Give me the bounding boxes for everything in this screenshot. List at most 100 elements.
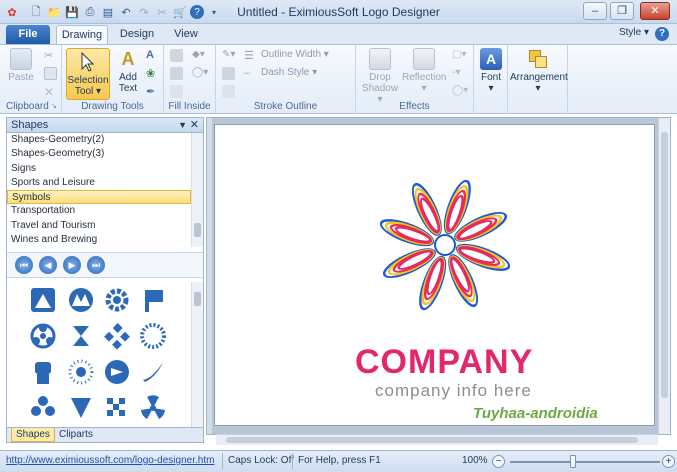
arrangement-arrow: ▾ (535, 83, 541, 94)
delete-icon[interactable]: ✕ (44, 85, 57, 99)
outline-color-icon[interactable]: ✎▾ (222, 49, 235, 62)
diamond-cluster-icon[interactable] (103, 322, 131, 350)
list-item[interactable]: Shapes-Geometry(3) (7, 147, 191, 161)
dotted-circle-icon[interactable] (139, 322, 167, 350)
tab-view[interactable]: View (166, 25, 206, 44)
pen-tool-icon[interactable]: ✒ (146, 85, 159, 98)
drop-shadow-label: Drop (369, 72, 391, 83)
style-menu[interactable]: Style ▾ (619, 27, 649, 38)
last-page-icon[interactable]: ⏭ (87, 256, 105, 274)
logo-flower-graphic[interactable] (375, 175, 515, 315)
fill-gradient-icon[interactable]: ◆▾ (192, 49, 205, 62)
horizontal-scrollbar[interactable] (216, 434, 658, 445)
close-window-button[interactable]: ✕ (640, 2, 670, 20)
tab-shapes[interactable]: Shapes (11, 428, 55, 442)
vertical-scroll-thumb[interactable] (661, 132, 668, 398)
flower-icon[interactable] (29, 394, 57, 422)
company-info-text[interactable]: company info here (375, 381, 532, 401)
outline-width-dropdown[interactable]: Outline Width ▾ (261, 49, 329, 60)
window-title: Untitled - EximiousSoft Logo Designer (237, 5, 440, 19)
effect-shape-icon[interactable]: ▢▾ (452, 49, 466, 62)
next-page-icon[interactable]: ▶ (63, 256, 81, 274)
panel-close-icon[interactable]: ✕ (190, 118, 199, 133)
drop-shadow-button[interactable]: Drop Shadow ▾ (360, 48, 400, 105)
mountain-badge-icon[interactable] (29, 286, 57, 314)
dash-style-dropdown[interactable]: Dash Style ▾ (261, 67, 317, 78)
shape-grid-scroll-thumb[interactable] (194, 292, 201, 306)
category-scroll-thumb[interactable] (194, 223, 201, 237)
tab-drawing[interactable]: Drawing (56, 25, 108, 44)
fist-icon[interactable] (29, 358, 57, 386)
copy-icon[interactable] (44, 67, 57, 80)
list-item[interactable]: Sports and Leisure (7, 176, 191, 190)
arrow-circle-icon[interactable] (103, 358, 131, 386)
list-item[interactable]: Travel and Tourism (7, 219, 191, 233)
website-link[interactable]: http://www.eximioussoft.com/logo-designe… (6, 455, 214, 466)
effect-glow-icon[interactable]: ▫▾ (452, 67, 465, 80)
list-item[interactable]: Wines and Brewing (7, 233, 191, 247)
horizontal-scroll-thumb[interactable] (226, 437, 638, 443)
file-tab[interactable]: File (6, 25, 50, 44)
sunburst-icon[interactable] (67, 358, 95, 386)
zoom-out-button[interactable]: − (492, 455, 505, 468)
outline-style-icon[interactable] (222, 67, 235, 80)
fill-color-icon[interactable] (170, 49, 183, 62)
reflection-button[interactable]: Reflection ▾ (402, 48, 446, 94)
tab-design[interactable]: Design (114, 25, 160, 44)
shield-peaks-icon[interactable] (67, 286, 95, 314)
effects-group-label: Effects (399, 101, 430, 112)
list-item[interactable]: Signs (7, 162, 191, 176)
swoosh-icon[interactable] (139, 358, 167, 386)
outline-join-icon[interactable] (222, 85, 235, 98)
category-scrollbar[interactable] (191, 133, 203, 247)
selection-tool-button[interactable]: Selection Tool ▾ (66, 48, 110, 100)
previous-page-icon[interactable]: ◀ (39, 256, 57, 274)
restore-button[interactable]: ❐ (610, 2, 634, 20)
add-text-button[interactable]: A Add Text (114, 48, 142, 94)
radiation-icon[interactable] (139, 394, 167, 422)
category-list[interactable]: Shapes-Geometry(2) Shapes-Geometry(3) Si… (7, 133, 191, 247)
status-bar: http://www.eximioussoft.com/logo-designe… (0, 450, 677, 472)
list-item[interactable]: Transportation (7, 204, 191, 218)
effects-group: Drop Shadow ▾ Reflection ▾ ▢▾ ▫▾ ◯▾ Effe… (356, 45, 474, 114)
shape-tool-icon[interactable]: ❀ (146, 67, 159, 80)
ribbon-help-icon[interactable]: ? (655, 27, 669, 41)
fill-texture-icon[interactable] (170, 85, 183, 98)
triangle-badge-icon[interactable] (67, 394, 95, 422)
fill-pattern-icon[interactable] (170, 67, 183, 80)
fill-style-icon[interactable]: ◯▾ (192, 67, 208, 80)
list-item-selected[interactable]: Symbols (7, 190, 191, 205)
hourglass-icon[interactable] (67, 322, 95, 350)
shape-grid-scrollbar[interactable] (191, 282, 203, 428)
vertical-scrollbar[interactable] (658, 118, 670, 434)
outline-width-icon: ☰ (244, 50, 254, 62)
cut-small-icon[interactable]: ✂ (44, 49, 57, 62)
checker-icon[interactable] (103, 394, 131, 422)
list-item[interactable]: Shapes-Geometry(2) (7, 133, 191, 147)
add-text-icon: A (121, 49, 135, 69)
dialog-launcher-icon[interactable]: ↘ (51, 102, 57, 110)
arrangement-button[interactable]: Arrangement ▾ (510, 48, 568, 94)
text-effect-icon[interactable]: A (146, 49, 159, 62)
zoom-slider[interactable] (510, 461, 660, 463)
design-page[interactable]: COMPANY company info here Tuyhaa-android… (214, 124, 655, 426)
paste-button[interactable]: Paste (6, 48, 36, 83)
effect-bevel-icon[interactable]: ◯▾ (452, 85, 468, 98)
reflection-label: Reflection (402, 72, 447, 83)
tab-cliparts[interactable]: Cliparts (55, 428, 97, 442)
biohazard-icon[interactable] (29, 322, 57, 350)
font-icon: A (480, 48, 502, 70)
zoom-slider-thumb[interactable] (570, 455, 576, 468)
zoom-in-button[interactable]: + (662, 455, 675, 468)
font-button[interactable]: A Font ▾ (478, 48, 504, 94)
company-name-text[interactable]: COMPANY (355, 343, 533, 382)
panel-dropdown-icon[interactable]: ▼ (178, 118, 187, 133)
selection-tool-label: Selection (67, 75, 109, 86)
gear-icon[interactable] (103, 286, 131, 314)
banner-flag-icon[interactable] (139, 286, 167, 314)
zoom-level: 100% (462, 455, 488, 466)
shape-grid (7, 282, 191, 428)
add-text-label-2: Text (118, 83, 138, 94)
first-page-icon[interactable]: ⏮ (15, 256, 33, 274)
minimize-button[interactable]: – (583, 2, 607, 20)
